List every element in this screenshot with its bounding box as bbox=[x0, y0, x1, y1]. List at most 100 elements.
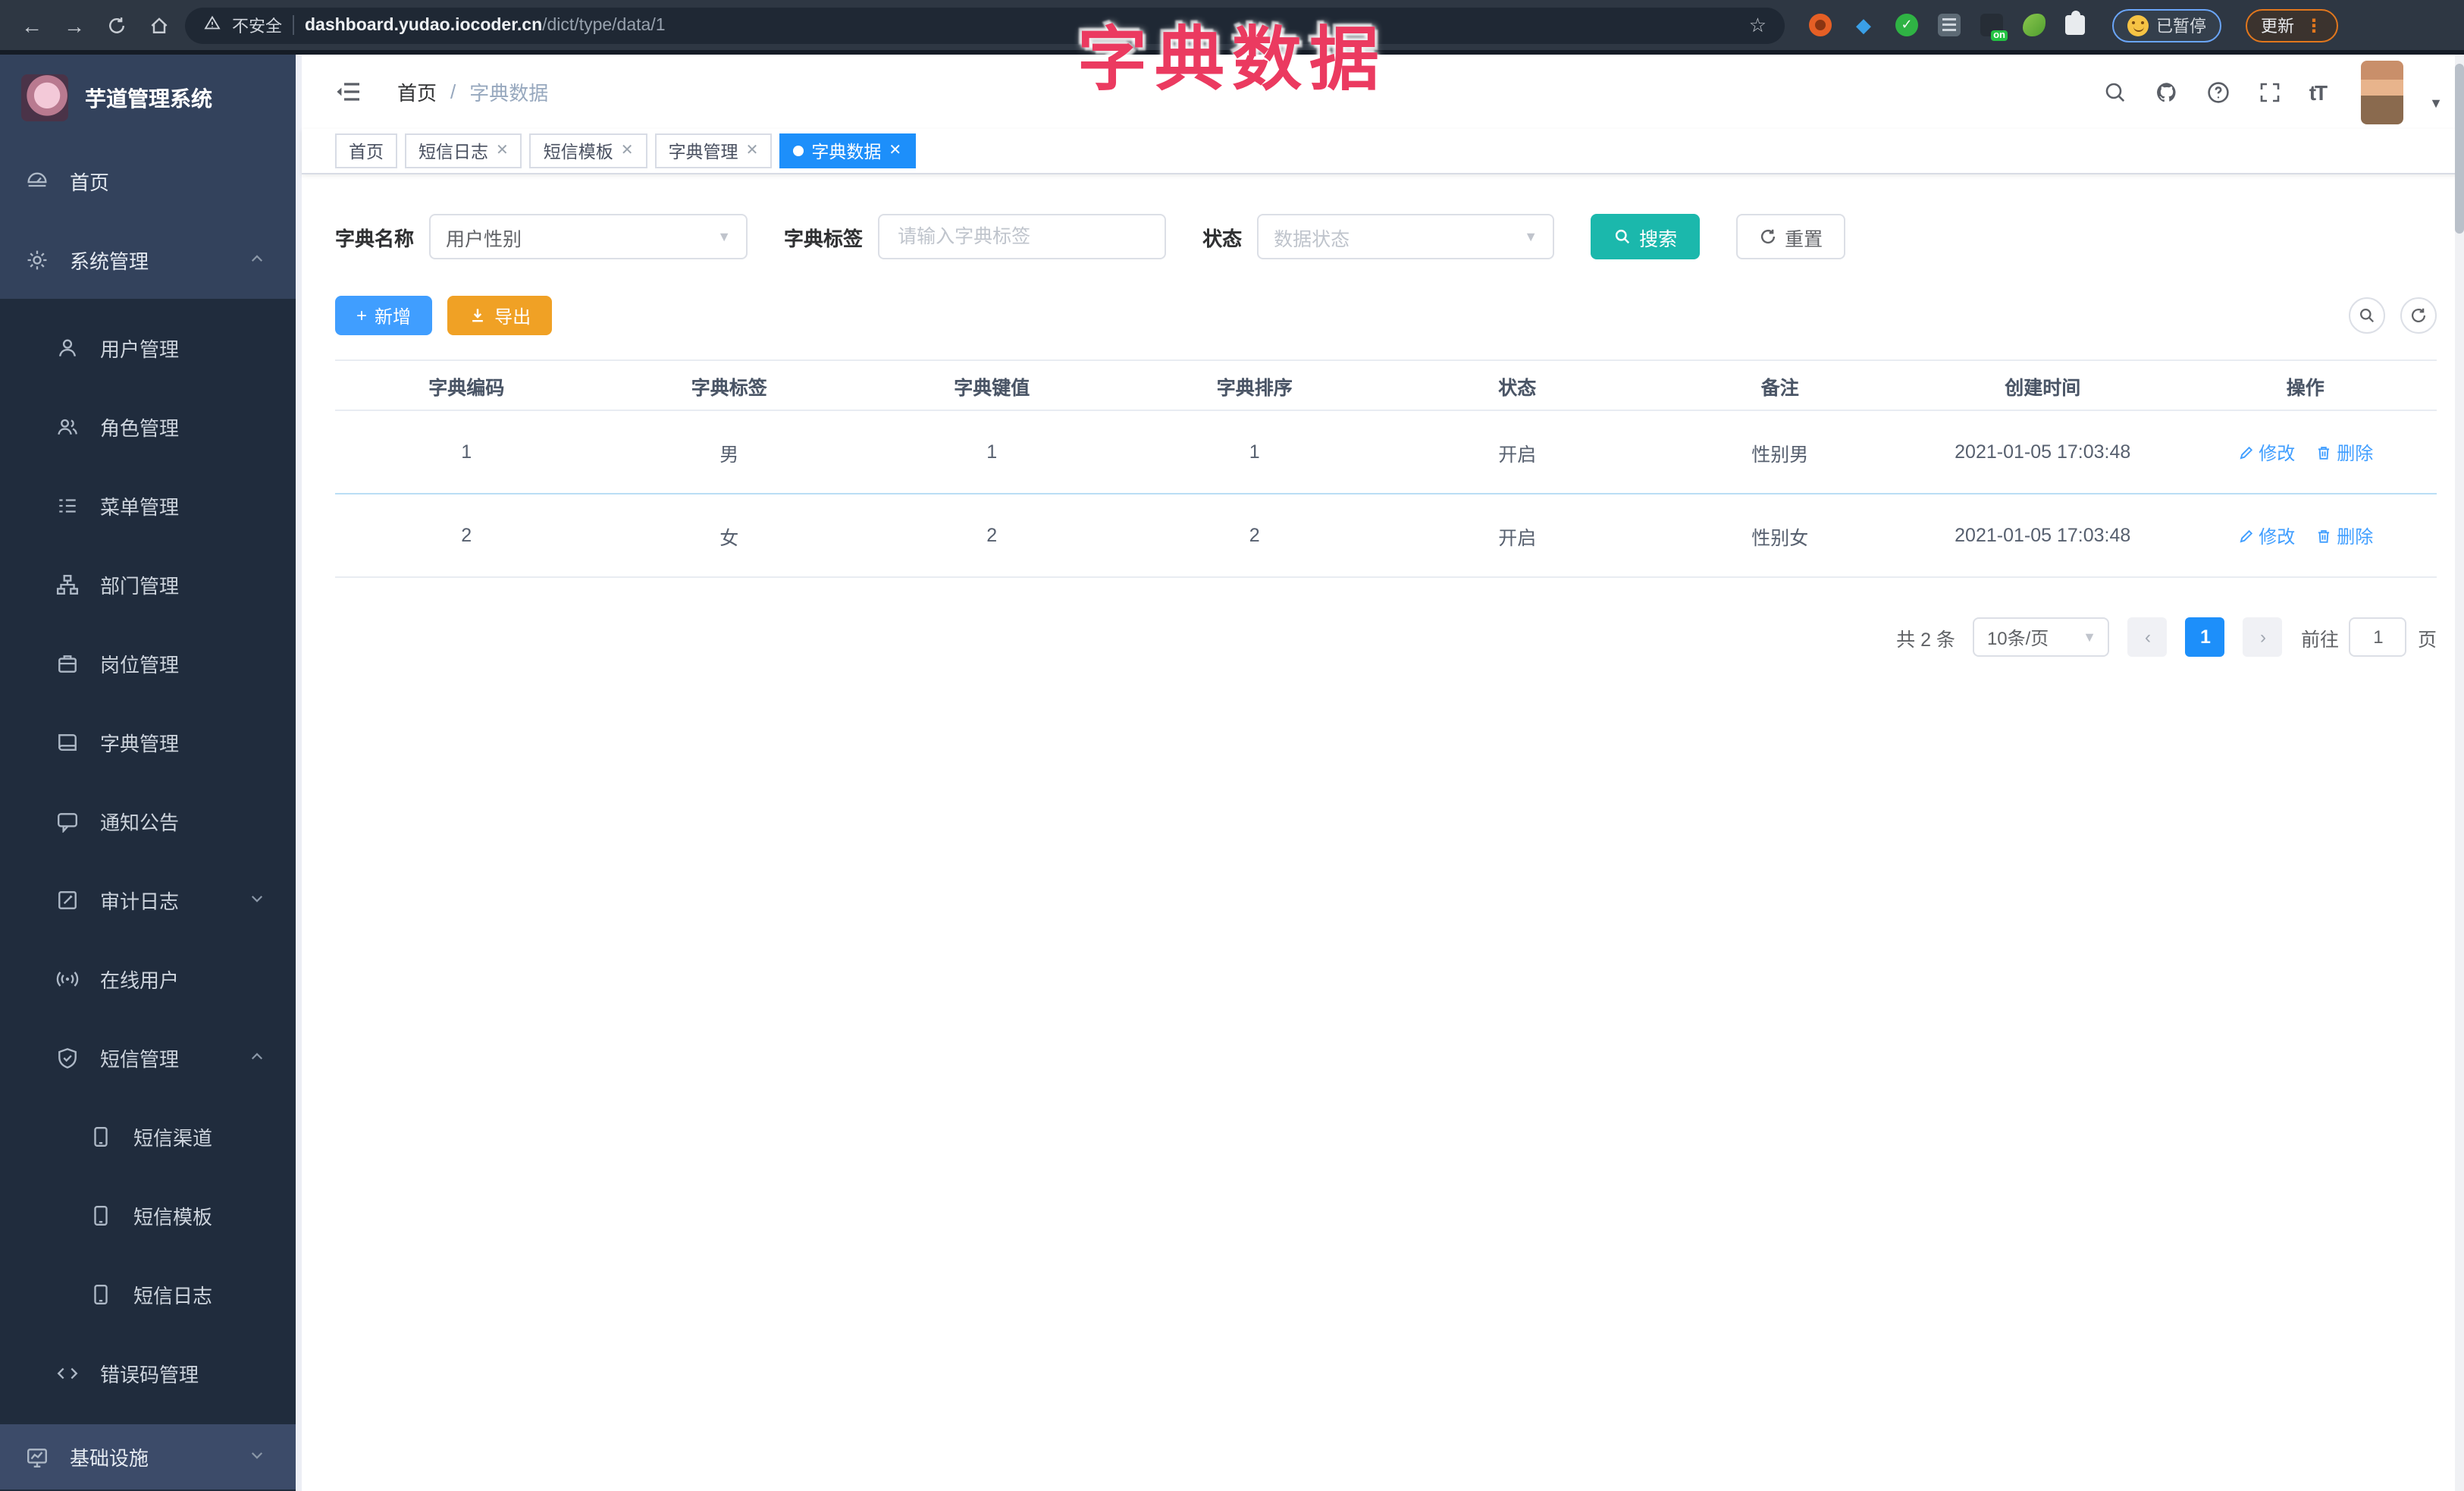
col-created-at: 创建时间 bbox=[1911, 359, 2174, 411]
sidebar-item-sms-channel[interactable]: 短信渠道 bbox=[0, 1097, 296, 1176]
tab-dict-management[interactable]: 字典管理 ✕ bbox=[654, 133, 773, 168]
search-icon[interactable] bbox=[2103, 79, 2129, 105]
sidebar-item-audit-log[interactable]: 审计日志 bbox=[0, 860, 296, 939]
search-button[interactable]: 搜索 bbox=[1591, 214, 1701, 259]
next-page-button[interactable]: › bbox=[2243, 617, 2283, 657]
pencil-icon bbox=[2239, 445, 2252, 459]
pencil-icon bbox=[2239, 529, 2252, 542]
sidebar-item-role-management[interactable]: 角色管理 bbox=[0, 387, 296, 466]
address-bar[interactable]: 不安全 dashboard.yudao.iocoder.cn/dict/type… bbox=[185, 7, 1785, 43]
extension-leaf-icon[interactable] bbox=[2023, 14, 2045, 36]
close-icon[interactable]: ✕ bbox=[746, 143, 759, 159]
breadcrumb-home[interactable]: 首页 bbox=[397, 77, 437, 106]
sidebar-scrollbar[interactable] bbox=[296, 55, 302, 1491]
briefcase-icon bbox=[56, 651, 79, 674]
sidebar-item-user-management[interactable]: 用户管理 bbox=[0, 308, 296, 387]
sidebar-item-sms-log[interactable]: 短信日志 bbox=[0, 1254, 296, 1333]
col-dict-sort: 字典排序 bbox=[1123, 359, 1386, 411]
edit-link[interactable]: 修改 bbox=[2237, 439, 2295, 465]
browser-update-button[interactable]: 更新 ⋮ bbox=[2246, 8, 2338, 42]
tab-dict-data-active[interactable]: 字典数据 ✕ bbox=[779, 133, 916, 168]
prev-page-button[interactable]: ‹ bbox=[2127, 617, 2168, 657]
shield-check-icon bbox=[56, 1046, 79, 1069]
page-scrollbar[interactable] bbox=[2455, 55, 2464, 1491]
sidebar-item-menu-management[interactable]: 菜单管理 bbox=[0, 466, 296, 545]
forward-icon[interactable]: → bbox=[58, 8, 91, 42]
toggle-search-button[interactable] bbox=[2349, 297, 2385, 334]
close-icon[interactable]: ✕ bbox=[621, 143, 634, 159]
col-remark: 备注 bbox=[1648, 359, 1911, 411]
profile-paused-chip[interactable]: 已暂停 bbox=[2112, 8, 2221, 42]
pagination-total: 共 2 条 bbox=[1896, 629, 1955, 650]
goto-page-input[interactable] bbox=[2349, 617, 2407, 657]
breadcrumb-current: 字典数据 bbox=[469, 82, 549, 105]
font-size-icon[interactable]: tT bbox=[2309, 80, 2328, 104]
users-icon bbox=[56, 415, 79, 438]
extension-orange-icon[interactable] bbox=[1809, 14, 1832, 36]
scrollbar-thumb[interactable] bbox=[2455, 64, 2464, 234]
extension-bars-icon[interactable] bbox=[1938, 14, 1961, 36]
export-button[interactable]: 导出 bbox=[447, 296, 553, 335]
table-toolbar: + 新增 导出 bbox=[335, 296, 2437, 335]
dict-name-select[interactable]: 用户性别 ▼ bbox=[429, 214, 748, 259]
active-dot bbox=[793, 146, 804, 156]
edit-link[interactable]: 修改 bbox=[2237, 523, 2295, 548]
tags-view: 首页 短信日志 ✕ 短信模板 ✕ 字典管理 ✕ 字典数据 ✕ bbox=[302, 129, 2464, 174]
avatar[interactable] bbox=[2361, 60, 2404, 124]
help-icon[interactable] bbox=[2206, 79, 2232, 105]
github-icon[interactable] bbox=[2155, 79, 2180, 105]
close-icon[interactable]: ✕ bbox=[496, 143, 509, 159]
url-path: /dict/type/data/1 bbox=[542, 16, 666, 34]
dashboard-icon bbox=[26, 169, 49, 192]
avatar-caret-icon[interactable]: ▼ bbox=[2429, 95, 2443, 110]
goto-label: 前往 bbox=[2300, 629, 2339, 650]
add-button[interactable]: + 新增 bbox=[335, 296, 433, 335]
extension-green-check-icon[interactable]: ✓ bbox=[1895, 14, 1918, 36]
home-icon[interactable] bbox=[143, 8, 176, 42]
security-label[interactable]: 不安全 bbox=[232, 13, 282, 37]
fullscreen-icon[interactable] bbox=[2258, 79, 2284, 105]
sidebar-item-dict-management[interactable]: 字典管理 bbox=[0, 702, 296, 781]
tab-sms-log[interactable]: 短信日志 ✕ bbox=[405, 133, 522, 168]
phone-icon bbox=[89, 1282, 112, 1305]
hamburger-icon[interactable] bbox=[335, 79, 361, 105]
bookmark-star-icon[interactable]: ☆ bbox=[1749, 13, 1766, 37]
sidebar-item-infrastructure[interactable]: 基础设施 bbox=[0, 1424, 296, 1489]
book-icon bbox=[56, 730, 79, 753]
extensions-puzzle-icon[interactable] bbox=[2065, 11, 2085, 35]
page-1-button[interactable]: 1 bbox=[2185, 617, 2225, 657]
page-size-select[interactable]: 10条/页 ▼ bbox=[1973, 617, 2110, 657]
delete-link[interactable]: 删除 bbox=[2315, 439, 2373, 465]
status-select[interactable]: 数据状态 ▼ bbox=[1257, 214, 1555, 259]
extension-icons: ◆ ✓ on bbox=[1809, 11, 2085, 41]
refresh-table-button[interactable] bbox=[2400, 297, 2437, 334]
sidebar-item-sms-template[interactable]: 短信模板 bbox=[0, 1176, 296, 1254]
browser-menu-icon[interactable]: ⋮ bbox=[2305, 16, 2323, 34]
sidebar-item-system-management[interactable]: 系统管理 bbox=[0, 220, 296, 299]
dict-name-label: 字典名称 bbox=[335, 227, 415, 250]
delete-link[interactable]: 删除 bbox=[2315, 523, 2373, 548]
sidebar-item-post-management[interactable]: 岗位管理 bbox=[0, 623, 296, 702]
table-row: 2 女 2 2 开启 性别女 2021-01-05 17:03:48 修改 删除 bbox=[335, 494, 2437, 578]
reload-icon[interactable] bbox=[100, 8, 133, 42]
extension-blue-gem-icon[interactable]: ◆ bbox=[1851, 13, 1876, 37]
on-badge: on bbox=[1991, 30, 2008, 41]
sidebar-item-error-code[interactable]: 错误码管理 bbox=[0, 1333, 296, 1412]
sidebar-item-home[interactable]: 首页 bbox=[0, 141, 296, 220]
message-icon bbox=[56, 809, 79, 832]
extension-switch-icon[interactable]: on bbox=[1980, 14, 2008, 41]
reset-button[interactable]: 重置 bbox=[1736, 214, 1846, 259]
logo-image bbox=[21, 74, 68, 121]
sidebar-item-notice[interactable]: 通知公告 bbox=[0, 781, 296, 860]
url-text[interactable]: dashboard.yudao.iocoder.cn/dict/type/dat… bbox=[305, 16, 666, 34]
back-icon[interactable]: ← bbox=[15, 8, 49, 42]
close-icon[interactable]: ✕ bbox=[889, 143, 901, 159]
tab-home[interactable]: 首页 bbox=[335, 133, 397, 168]
tab-sms-template[interactable]: 短信模板 ✕ bbox=[529, 133, 647, 168]
sidebar-item-sms-management[interactable]: 短信管理 bbox=[0, 1018, 296, 1097]
dict-label-input[interactable] bbox=[895, 224, 1150, 249]
table-header-row: 字典编码 字典标签 字典键值 字典排序 状态 备注 创建时间 操作 bbox=[335, 359, 2437, 411]
sidebar-logo[interactable]: 芋道管理系统 bbox=[0, 55, 296, 141]
sidebar-item-online-users[interactable]: 在线用户 bbox=[0, 939, 296, 1018]
sidebar-item-dept-management[interactable]: 部门管理 bbox=[0, 545, 296, 623]
